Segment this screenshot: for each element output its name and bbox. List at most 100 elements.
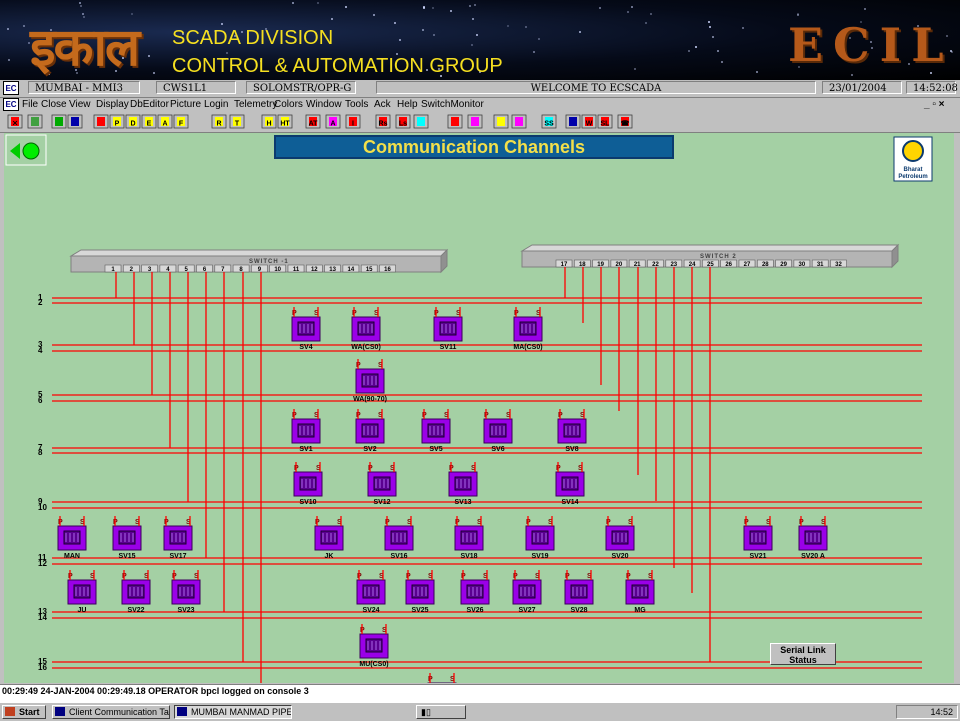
app-icon[interactable]: EC bbox=[3, 81, 19, 95]
menu-help[interactable]: Help bbox=[397, 98, 418, 112]
switch-2-port-label: 29 bbox=[780, 262, 787, 268]
system-tray: 14:52 bbox=[896, 705, 958, 719]
star bbox=[23, 25, 26, 28]
e-tool-icon-label: E bbox=[147, 121, 152, 128]
star bbox=[345, 6, 348, 9]
menu-display[interactable]: Display bbox=[96, 98, 129, 112]
start-label: Start bbox=[19, 707, 40, 717]
w-tool-icon-label: W bbox=[586, 121, 593, 128]
station-field: MUMBAI - MMI3 bbox=[28, 81, 140, 94]
rtu-label-sv16: SV16 bbox=[390, 553, 407, 560]
menu-bar: EC File Close View Display DbEditor Picture Lo… bbox=[0, 98, 960, 113]
date-field: 23/01/2004 bbox=[822, 81, 902, 94]
menu-dbeditor[interactable]: DbEditor bbox=[130, 98, 169, 112]
rs-tool-icon-label: Rs bbox=[379, 121, 388, 128]
star bbox=[631, 5, 634, 8]
star bbox=[797, 13, 800, 16]
rtu-label-sv6: SV6 bbox=[491, 446, 504, 453]
star bbox=[506, 24, 509, 27]
star bbox=[525, 25, 528, 28]
monitor-tool-icon-fill bbox=[569, 117, 577, 126]
communication-channels-panel: Bharat Petroleum SWITCH -1 1 2 3 4 5 6 7 8 9 10 11 12 1… bbox=[4, 133, 954, 696]
menu-tools[interactable]: Tools bbox=[345, 98, 368, 112]
star bbox=[475, 34, 478, 37]
switch-2-top bbox=[520, 244, 900, 252]
menu-file[interactable]: File bbox=[22, 98, 38, 112]
rtu-label-sv25: SV25 bbox=[411, 607, 428, 614]
menu-app-icon[interactable]: EC bbox=[3, 98, 19, 111]
channel-number: 8 bbox=[38, 448, 43, 457]
task-label: MUMBAI MANMAD PIPE ... bbox=[191, 707, 292, 717]
switch-1-port-label: 12 bbox=[311, 267, 318, 273]
menu-switchmonitor[interactable]: SwitchMonitor bbox=[421, 98, 484, 112]
star bbox=[711, 35, 714, 38]
rtu-label-sv1: SV1 bbox=[299, 446, 312, 453]
switch-2-port-label: 25 bbox=[707, 262, 714, 268]
start-button[interactable]: Start bbox=[2, 705, 46, 719]
switch-1-port-label: 15 bbox=[366, 267, 373, 273]
status-bar: EC MUMBAI - MMI3 CWS1L1 SOLOMSTR/OPR-G W… bbox=[0, 80, 960, 98]
rtu-label-sv12: SV12 bbox=[373, 499, 390, 506]
menu-login[interactable]: Login bbox=[204, 98, 228, 112]
channel-number: 10 bbox=[38, 503, 47, 512]
star bbox=[741, 27, 744, 30]
toolbar-icons: ✕ P D E A F R T H HT AT A I Rs Ls SS W SL ☎ bbox=[7, 114, 633, 129]
rtu-label-sv22: SV22 bbox=[127, 607, 144, 614]
menu-telemetry[interactable]: Telemetry bbox=[234, 98, 277, 112]
star bbox=[221, 23, 224, 26]
rtu-label-sv19: SV19 bbox=[531, 553, 548, 560]
welcome-field: WELCOME TO ECSCADA bbox=[376, 81, 816, 94]
alarm-tool-icon-fill bbox=[97, 117, 105, 126]
star bbox=[864, 8, 867, 11]
star bbox=[694, 45, 697, 48]
rtu-label-sv27: SV27 bbox=[518, 607, 535, 614]
star bbox=[373, 14, 376, 17]
star bbox=[537, 38, 540, 40]
ecil-hindi-logo: इकाल bbox=[30, 17, 140, 78]
menu-ack[interactable]: Ack bbox=[374, 98, 391, 112]
star bbox=[421, 29, 424, 32]
star bbox=[422, 5, 425, 8]
switch-2-port-label: 28 bbox=[762, 262, 769, 268]
task-blank[interactable]: ▮▯ bbox=[416, 705, 466, 719]
menu-view[interactable]: View bbox=[69, 98, 91, 112]
switch-1-port-label: 13 bbox=[329, 267, 336, 273]
task-mumbai-manmad[interactable]: MUMBAI MANMAD PIPE ... bbox=[174, 705, 292, 719]
rtu-label-sv14: SV14 bbox=[561, 499, 578, 506]
menu-window[interactable]: Window bbox=[306, 98, 342, 112]
star bbox=[633, 67, 636, 70]
star bbox=[707, 20, 710, 23]
rtu-label-sv18: SV18 bbox=[460, 553, 477, 560]
star bbox=[394, 22, 397, 25]
event-log: 00:29:49 24-JAN-2004 00:29:49.18 OPERATO… bbox=[0, 684, 960, 702]
switch-1-top bbox=[69, 249, 449, 257]
a2-tool-icon-label: A bbox=[330, 121, 335, 128]
status-led-icon[interactable] bbox=[22, 142, 40, 160]
folder-tool-icon-fill bbox=[31, 117, 39, 126]
menu-picture[interactable]: Picture bbox=[170, 98, 201, 112]
user-field: SOLOMSTR/OPR-G bbox=[246, 81, 356, 94]
task-label: Client Communication Tas... bbox=[69, 707, 170, 717]
switch-2-port-label: 27 bbox=[744, 262, 751, 268]
header-banner: इकाल SCADA DIVISION CONTROL & AUTOMATION… bbox=[0, 0, 960, 80]
clock: 14:52 bbox=[930, 707, 953, 717]
division-title: SCADA DIVISION bbox=[172, 27, 334, 49]
taskbar: Start Client Communication Tas... MUMBAI… bbox=[0, 702, 960, 721]
switch-2-port-label: 31 bbox=[817, 262, 824, 268]
rtu-label-sv20: SV20 bbox=[611, 553, 628, 560]
star bbox=[470, 43, 473, 46]
task-client-communication[interactable]: Client Communication Tas... bbox=[52, 705, 170, 719]
ecil-logo: ECIL bbox=[788, 18, 954, 72]
windows-flag-icon bbox=[5, 707, 15, 716]
bp-emblem-icon bbox=[902, 140, 924, 162]
rtu-label-man: MAN bbox=[64, 553, 80, 560]
menu-colors[interactable]: Colors bbox=[274, 98, 303, 112]
ss-tool-icon-label: SS bbox=[544, 121, 554, 128]
serial-link-status-button[interactable]: Serial Link Status bbox=[770, 643, 836, 665]
window-controls[interactable]: _ ▫ × bbox=[924, 98, 945, 112]
menu-close[interactable]: Close bbox=[41, 98, 67, 112]
a-tool-icon-label: A bbox=[162, 121, 167, 128]
star bbox=[649, 13, 652, 16]
channel-number: 12 bbox=[38, 559, 47, 568]
network-diagram: BharatPetroleumSWITCH -11 2 3 4 5 6 7 8 9 10 11 12 1… bbox=[5, 134, 933, 683]
